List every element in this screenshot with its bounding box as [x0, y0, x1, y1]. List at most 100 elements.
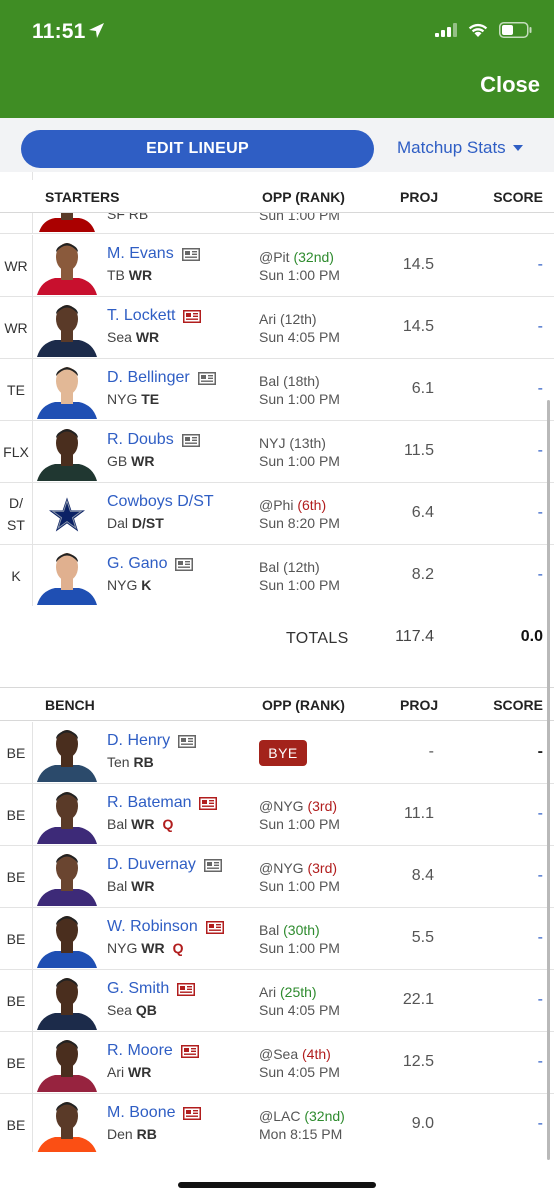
player-name-link[interactable]: W. Robinson	[107, 918, 198, 936]
opponent-team: @NYG	[259, 798, 304, 814]
news-icon[interactable]	[181, 247, 200, 261]
player-row[interactable]: WR M. Evans TB WR @Pit (32nd) Sun 1:00 PM 14.…	[0, 235, 554, 297]
lineup-slot[interactable]: WR	[0, 235, 33, 296]
lineup-slot[interactable]: BE	[0, 1094, 33, 1155]
player-name-link[interactable]: R. Doubs	[107, 431, 174, 449]
opponent-rank: (25th)	[280, 984, 317, 1000]
lineup-slot[interactable]: FLX	[0, 421, 33, 482]
news-icon[interactable]	[177, 982, 196, 996]
player-name-link[interactable]: R. Moore	[107, 1042, 173, 1060]
player-row[interactable]: BE D. Henry Ten RB BYE - -	[0, 722, 554, 784]
scrollbar[interactable]	[547, 400, 550, 1160]
player-row[interactable]: WR T. Lockett Sea WR Ari (12th) Sun 4:05 PM 1…	[0, 297, 554, 359]
player-avatar[interactable]	[35, 724, 99, 782]
news-icon[interactable]	[178, 734, 197, 748]
news-icon[interactable]	[183, 309, 202, 323]
news-icon[interactable]	[199, 796, 218, 810]
player-team: Ten	[107, 754, 130, 770]
player-row[interactable]: BE R. Moore Ari WR @Sea (4th) Sun 4:05 PM 12.…	[0, 1032, 554, 1094]
lineup-slot[interactable]: BE	[0, 784, 33, 845]
bench-heading: BENCH	[45, 697, 95, 713]
player-team-pos: Ten RB	[107, 754, 154, 770]
score[interactable]: -	[538, 991, 543, 1009]
matchup-stats-dropdown[interactable]: Matchup Stats	[397, 138, 523, 158]
news-icon[interactable]	[203, 858, 222, 872]
player-avatar[interactable]	[35, 910, 99, 968]
lineup-slot[interactable]: D/ST	[0, 483, 33, 544]
player-row[interactable]: BE G. Smith Sea QB Ari (25th) Sun 4:05 PM 22.…	[0, 970, 554, 1032]
score[interactable]: -	[538, 380, 543, 398]
news-icon[interactable]	[175, 557, 194, 571]
player-avatar[interactable]	[35, 485, 99, 543]
player-avatar[interactable]	[35, 423, 99, 481]
player-row[interactable]: K G. Gano NYG K Bal (12th) Sun 1:00 PM 8.2 -	[0, 545, 554, 607]
lineup-slot[interactable]: BE	[0, 722, 33, 783]
player-name-line: R. Moore	[107, 1042, 199, 1060]
score[interactable]: -	[538, 504, 543, 522]
player-row[interactable]: BE R. Bateman Bal WR Q @NYG (3rd) Sun 1:00 PM…	[0, 784, 554, 846]
game-time: Sun 1:00 PM	[259, 878, 340, 894]
player-avatar[interactable]	[35, 547, 99, 605]
player-name-link[interactable]: G. Smith	[107, 980, 169, 998]
news-icon[interactable]	[183, 1106, 202, 1120]
projection: 9.0	[411, 1115, 434, 1132]
score[interactable]: -	[538, 256, 543, 274]
player-name-link[interactable]: G. Gano	[107, 555, 167, 573]
player-avatar[interactable]	[35, 786, 99, 844]
player-row[interactable]: TE D. Bellinger NYG TE Bal (18th) Sun 1:00 P…	[0, 359, 554, 421]
player-name-link[interactable]: D. Bellinger	[107, 369, 190, 387]
injury-status: Q	[172, 940, 184, 956]
opponent-team: Bal	[259, 559, 280, 575]
score[interactable]: -	[538, 1115, 543, 1133]
player-name-line: Cowboys D/ST	[107, 493, 214, 511]
edit-lineup-button[interactable]: EDIT LINEUP	[21, 130, 374, 168]
starters-column-header: STARTERS OPP (RANK) PROJ SCORE	[0, 180, 554, 213]
player-row[interactable]: BE W. Robinson NYG WR Q Bal (30th) Sun 1:00 P…	[0, 908, 554, 970]
lineup-slot[interactable]: BE	[0, 970, 33, 1031]
player-avatar[interactable]	[35, 361, 99, 419]
player-name-link[interactable]: M. Evans	[107, 245, 174, 263]
player-team-pos: Sea WR	[107, 329, 159, 345]
score[interactable]: -	[538, 867, 543, 885]
lineup-slot[interactable]: BE	[0, 1032, 33, 1093]
player-name-link[interactable]: D. Duvernay	[107, 856, 196, 874]
player-avatar[interactable]	[35, 972, 99, 1030]
player-avatar[interactable]	[35, 1034, 99, 1092]
score[interactable]: -	[538, 318, 543, 336]
player-row[interactable]: BE D. Duvernay Bal WR @NYG (3rd) Sun 1:00 PM…	[0, 846, 554, 908]
opponent-team: Bal	[259, 373, 280, 389]
player-name-link[interactable]: M. Boone	[107, 1104, 175, 1122]
lineup-slot[interactable]: WR	[0, 297, 33, 358]
lineup-slot[interactable]: K	[0, 545, 33, 606]
home-indicator[interactable]	[178, 1182, 376, 1188]
score[interactable]: -	[538, 929, 543, 947]
player-name-line: D. Henry	[107, 732, 197, 750]
player-name-link[interactable]: D. Henry	[107, 732, 170, 750]
player-row[interactable]: BE M. Boone Den RB @LAC (32nd) Mon 8:15 PM 9.…	[0, 1094, 554, 1156]
news-icon[interactable]	[205, 920, 224, 934]
score[interactable]: -	[538, 442, 543, 460]
lineup-slot[interactable]: TE	[0, 359, 33, 420]
score[interactable]: -	[538, 566, 543, 584]
news-icon[interactable]	[181, 433, 200, 447]
player-avatar[interactable]	[35, 1096, 99, 1154]
close-button[interactable]: Close	[480, 72, 540, 98]
player-name-link[interactable]: T. Lockett	[107, 307, 175, 325]
lineup-slot[interactable]: BE	[0, 908, 33, 969]
player-name-link[interactable]: Cowboys D/ST	[107, 493, 214, 511]
player-row[interactable]: D/ST Cowboys D/ST Dal D/ST @Phi (6th) Sun 8:…	[0, 483, 554, 545]
location-arrow-icon	[89, 23, 104, 38]
score[interactable]: -	[538, 1053, 543, 1071]
player-avatar[interactable]	[35, 848, 99, 906]
score[interactable]: -	[538, 743, 543, 761]
player-position: WR	[128, 267, 153, 283]
lineup-slot[interactable]: BE	[0, 846, 33, 907]
player-row[interactable]: FLX R. Doubs GB WR NYJ (13th) Sun 1:00 PM 11.…	[0, 421, 554, 483]
news-icon[interactable]	[180, 1044, 199, 1058]
player-avatar[interactable]	[35, 237, 99, 295]
news-icon[interactable]	[197, 371, 216, 385]
proj-heading: PROJ	[400, 697, 439, 713]
player-name-link[interactable]: R. Bateman	[107, 794, 191, 812]
score[interactable]: -	[538, 805, 543, 823]
player-avatar[interactable]	[35, 299, 99, 357]
